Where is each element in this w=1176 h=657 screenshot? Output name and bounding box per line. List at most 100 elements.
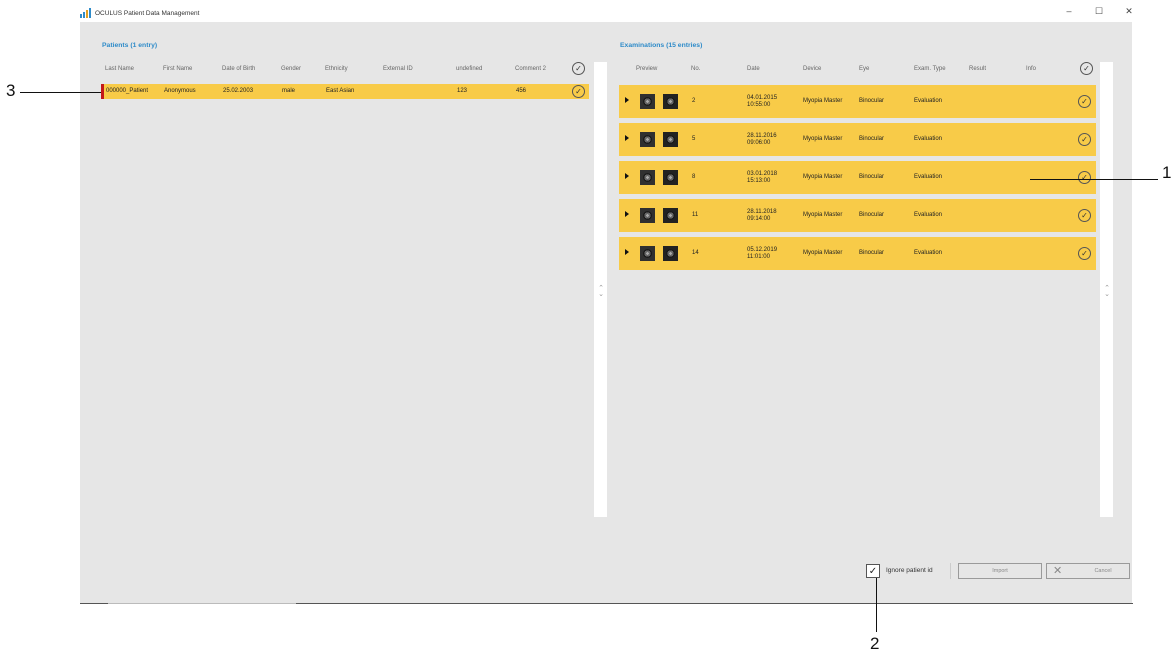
exam-eye: Binocular: [859, 212, 885, 218]
exam-date-value: 28.11.2016: [747, 133, 777, 139]
exam-eye: Binocular: [859, 174, 885, 180]
exam-date: 03.01.2018 15:13:00: [747, 171, 777, 185]
exam-eye: Binocular: [859, 250, 885, 256]
exam-no: 2: [692, 98, 696, 104]
window-controls: – ☐ ✕: [1062, 6, 1136, 17]
expand-caret-icon[interactable]: [625, 211, 629, 217]
expand-caret-icon[interactable]: [625, 249, 629, 255]
exam-time-value: 10:55:00: [747, 102, 771, 108]
exam-check-icon[interactable]: ✓: [1078, 95, 1091, 108]
preview-thumbnail-icon: [640, 132, 655, 147]
patient-gender: male: [282, 88, 296, 94]
exam-check-icon[interactable]: ✓: [1078, 133, 1091, 146]
patient-ethnicity: East Asian: [326, 88, 355, 94]
patient-check-icon[interactable]: ✓: [572, 85, 585, 98]
preview-thumbnail-icon: [640, 170, 655, 185]
app-logo-icon: [80, 8, 91, 18]
cancel-button[interactable]: ✕ Cancel: [1046, 563, 1130, 579]
exam-device: Myopia Master: [803, 98, 843, 104]
import-button[interactable]: Import: [958, 563, 1042, 579]
col-external-id[interactable]: External ID: [383, 66, 413, 72]
exam-check-icon[interactable]: ✓: [1078, 209, 1091, 222]
select-all-patients-check-icon[interactable]: ✓: [572, 62, 585, 75]
exam-type: Evaluation: [914, 98, 943, 104]
exam-eye: Binocular: [859, 136, 885, 142]
exam-time-value: 09:14:00: [747, 216, 771, 222]
exam-row[interactable]: 14 05.12.2019 11:01:00 Myopia Master Bino…: [619, 237, 1096, 270]
expand-caret-icon[interactable]: [625, 97, 629, 103]
ignore-patient-id-label: Ignore patient id: [886, 567, 933, 574]
checkbox-check-icon: ✓: [868, 565, 878, 577]
examinations-scroll-arrows-icon[interactable]: ⌃ ⌄: [1103, 285, 1111, 298]
preview-thumbnail-icon: [640, 94, 655, 109]
preview-thumbnail-icon: [663, 132, 678, 147]
preview-thumbnail-icon: [663, 94, 678, 109]
exam-check-icon[interactable]: ✓: [1078, 247, 1091, 260]
exam-date-value: 04.01.2015: [747, 95, 778, 101]
callout-2: 2: [870, 634, 880, 653]
close-button[interactable]: ✕: [1122, 6, 1136, 17]
patient-first-name: Anonymous: [164, 88, 196, 94]
exam-date: 28.11.2016 09:06:00: [747, 133, 777, 147]
bottom-divider-segment: [108, 603, 296, 604]
preview-thumbnail-icon: [640, 246, 655, 261]
exam-device: Myopia Master: [803, 250, 843, 256]
exam-date-value: 05.12.2019: [747, 247, 778, 253]
patients-title: Patients (1 entry): [102, 42, 158, 49]
col-first-name[interactable]: First Name: [163, 66, 192, 72]
exam-date-value: 28.11.2018: [747, 209, 777, 215]
patient-undefined: 123: [457, 88, 468, 94]
exam-row[interactable]: 8 03.01.2018 15:13:00 Myopia Master Binoc…: [619, 161, 1096, 194]
col-eye[interactable]: Eye: [859, 66, 869, 72]
patients-scroll-arrows-icon[interactable]: ⌃ ⌄: [597, 285, 605, 298]
col-date-of-birth[interactable]: Date of Birth: [222, 66, 255, 72]
exam-no: 14: [692, 250, 699, 256]
col-gender[interactable]: Gender: [281, 66, 301, 72]
cancel-x-icon: ✕: [1053, 565, 1063, 577]
exam-device: Myopia Master: [803, 136, 843, 142]
exam-type: Evaluation: [914, 174, 943, 180]
exam-device: Myopia Master: [803, 212, 843, 218]
exam-no: 11: [692, 212, 699, 218]
patient-last-name: 000000_Patient: [106, 88, 149, 94]
exam-row[interactable]: 2 04.01.2015 10:55:00 Myopia Master Binoc…: [619, 85, 1096, 118]
col-date[interactable]: Date: [747, 66, 760, 72]
exam-time-value: 11:01:00: [747, 254, 770, 260]
exam-date: 28.11.2018 09:14:00: [747, 209, 777, 223]
expand-caret-icon[interactable]: [625, 173, 629, 179]
minimize-button[interactable]: –: [1062, 6, 1076, 17]
exam-date: 04.01.2015 10:55:00: [747, 95, 777, 109]
col-result[interactable]: Result: [969, 66, 986, 72]
callout-3: 3: [6, 81, 16, 100]
selection-marker: [101, 84, 104, 99]
col-comment-2[interactable]: Comment 2: [515, 66, 546, 72]
col-no[interactable]: No.: [691, 66, 700, 72]
exam-type: Evaluation: [914, 212, 943, 218]
window-title: OCULUS Patient Data Management: [95, 9, 200, 17]
exam-row[interactable]: 11 28.11.2018 09:14:00 Myopia Master Bino…: [619, 199, 1096, 232]
callout-2-line: [876, 578, 877, 632]
callout-1: 1: [1162, 163, 1172, 182]
col-last-name[interactable]: Last Name: [105, 66, 134, 72]
ignore-patient-id-checkbox[interactable]: ✓: [866, 564, 880, 578]
col-preview[interactable]: Preview: [636, 66, 657, 72]
patient-comment-2: 456: [516, 88, 527, 94]
col-exam-type[interactable]: Exam. Type: [914, 66, 946, 72]
patients-header: Last Name First Name Date of Birth Gende…: [101, 63, 591, 75]
exam-no: 5: [692, 136, 696, 142]
maximize-button[interactable]: ☐: [1092, 6, 1106, 17]
col-ethnicity[interactable]: Ethnicity: [325, 66, 348, 72]
exam-date-value: 03.01.2018: [747, 171, 778, 177]
col-undefined[interactable]: undefined: [456, 66, 482, 72]
exam-time-value: 15:13:00: [747, 178, 771, 184]
examinations-title: Examinations (15 entries): [620, 42, 703, 49]
expand-caret-icon[interactable]: [625, 135, 629, 141]
exam-row[interactable]: 5 28.11.2016 09:06:00 Myopia Master Binoc…: [619, 123, 1096, 156]
col-device[interactable]: Device: [803, 66, 821, 72]
exam-date: 05.12.2019 11:01:00: [747, 247, 777, 261]
patient-row[interactable]: 000000_Patient Anonymous 25.02.2003 male…: [101, 84, 589, 99]
exam-type: Evaluation: [914, 250, 943, 256]
col-info[interactable]: Info: [1026, 66, 1036, 72]
exam-check-icon[interactable]: ✓: [1078, 171, 1091, 184]
select-all-exams-check-icon[interactable]: ✓: [1080, 62, 1093, 75]
